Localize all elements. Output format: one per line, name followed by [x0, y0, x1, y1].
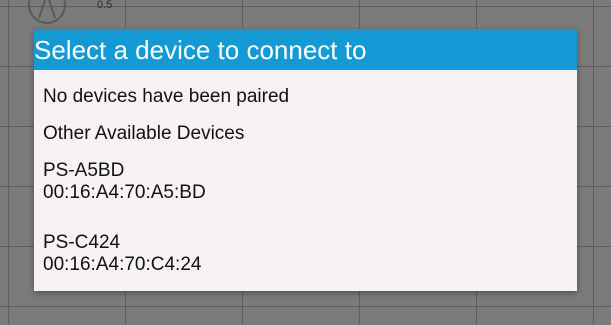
other-devices-section-label: Other Available Devices — [43, 123, 245, 144]
dialog-title-bar: Select a device to connect to — [34, 29, 577, 70]
device-address: 00:16:A4:70:C4:24 — [43, 254, 202, 275]
instrument-logo-icon — [28, 0, 66, 24]
device-address: 00:16:A4:70:A5:BD — [43, 182, 206, 203]
device-list-item[interactable]: PS-C424 00:16:A4:70:C4:24 — [43, 232, 563, 276]
device-name: PS-A5BD — [43, 160, 125, 181]
device-name: PS-C424 — [43, 232, 121, 253]
graph-axis-label: 0.5 — [97, 0, 113, 11]
device-select-dialog: Select a device to connect to No devices… — [34, 29, 577, 291]
paired-devices-message: No devices have been paired — [43, 86, 290, 107]
device-list-item[interactable]: PS-A5BD 00:16:A4:70:A5:BD — [43, 160, 563, 204]
dialog-title: Select a device to connect to — [34, 35, 367, 65]
